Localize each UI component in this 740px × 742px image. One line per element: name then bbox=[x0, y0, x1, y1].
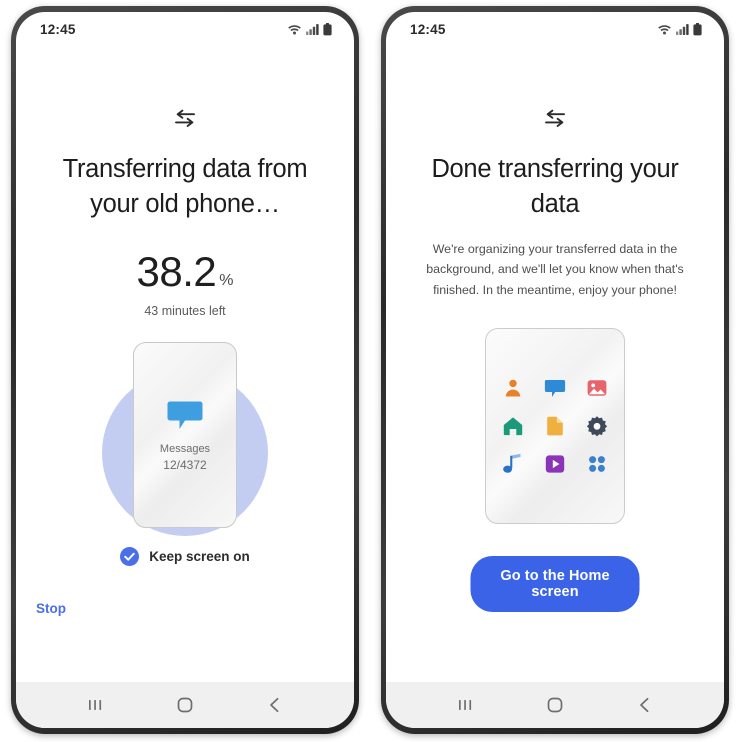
status-icons bbox=[287, 22, 332, 36]
wifi-icon bbox=[657, 23, 672, 35]
battery-icon bbox=[323, 22, 332, 36]
back-icon[interactable] bbox=[264, 694, 286, 716]
body-text: We're organizing your transferred data i… bbox=[426, 242, 684, 297]
content-left: Transferring data from your old phone… 3… bbox=[16, 46, 354, 682]
wifi-icon bbox=[287, 23, 302, 35]
nav-bar-right bbox=[386, 682, 724, 728]
transferring-app-name: Messages bbox=[159, 443, 211, 456]
messages-icon bbox=[544, 377, 566, 399]
settings-icon bbox=[586, 415, 608, 437]
go-to-home-screen-button[interactable]: Go to the Home screen bbox=[470, 556, 640, 612]
back-icon[interactable] bbox=[634, 694, 656, 716]
keep-screen-on-label: Keep screen on bbox=[149, 549, 250, 564]
status-icons bbox=[657, 22, 702, 36]
check-circle-icon[interactable] bbox=[120, 547, 140, 566]
music-icon bbox=[502, 453, 524, 475]
page-title: Transferring data from your old phone… bbox=[62, 155, 308, 218]
page-title: Done transferring your data bbox=[431, 155, 679, 218]
transfer-swap-icon bbox=[172, 108, 198, 130]
progress-value: 38.2 bbox=[136, 248, 217, 296]
home-app-icon bbox=[502, 415, 524, 437]
status-bar-left: 12:45 bbox=[16, 12, 354, 46]
screen-transferring: 12:45 Transferring data from your old ph… bbox=[16, 12, 354, 728]
progress-eta: 43 minutes left bbox=[144, 304, 226, 319]
signal-icon bbox=[676, 23, 689, 35]
app-icon-grid bbox=[498, 369, 612, 483]
message-bubble-icon bbox=[166, 398, 204, 432]
stop-button[interactable]: Stop bbox=[36, 601, 66, 616]
battery-icon bbox=[693, 22, 702, 36]
transferring-app-count: 12/4372 bbox=[163, 458, 207, 473]
recents-icon[interactable] bbox=[84, 694, 106, 716]
documents-icon bbox=[544, 415, 566, 437]
keep-screen-on-row[interactable]: Keep screen on bbox=[16, 547, 354, 566]
home-icon[interactable] bbox=[174, 694, 196, 716]
phone-left-transferring: 12:45 Transferring data from your old ph… bbox=[11, 6, 359, 734]
video-icon bbox=[544, 453, 566, 475]
content-right: Done transferring your data We're organi… bbox=[386, 46, 724, 682]
mini-phone-card: Messages 12/4372 bbox=[133, 342, 237, 529]
status-bar-right: 12:45 bbox=[386, 12, 724, 46]
transfer-illustration: Messages 12/4372 bbox=[85, 340, 285, 537]
screen-done: 12:45 Done transferring your data We're … bbox=[386, 12, 724, 728]
screenshot-stage: 12:45 Transferring data from your old ph… bbox=[0, 0, 740, 742]
gallery-icon bbox=[586, 377, 608, 399]
recents-icon[interactable] bbox=[454, 694, 476, 716]
signal-icon bbox=[306, 23, 319, 35]
apps-phone-card bbox=[485, 327, 625, 524]
phone-right-done: 12:45 Done transferring your data We're … bbox=[381, 6, 729, 734]
home-icon[interactable] bbox=[544, 694, 566, 716]
status-clock: 12:45 bbox=[40, 21, 76, 37]
progress-percent: 38.2 % bbox=[137, 251, 234, 293]
nav-bar-left bbox=[16, 682, 354, 728]
contacts-icon bbox=[502, 377, 524, 399]
status-clock: 12:45 bbox=[410, 21, 446, 37]
progress-unit: % bbox=[219, 272, 234, 290]
apps-icon bbox=[586, 453, 608, 475]
transfer-swap-icon bbox=[542, 108, 568, 130]
